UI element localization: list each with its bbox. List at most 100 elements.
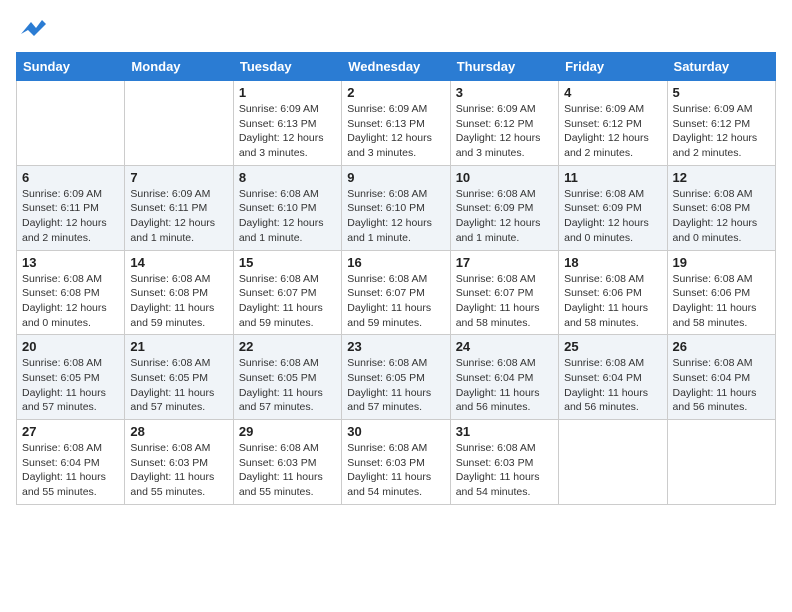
day-info: Sunrise: 6:09 AMSunset: 6:13 PMDaylight:… xyxy=(347,102,444,161)
day-info: Sunrise: 6:08 AMSunset: 6:06 PMDaylight:… xyxy=(673,272,770,331)
calendar-day-cell: 27Sunrise: 6:08 AMSunset: 6:04 PMDayligh… xyxy=(17,420,125,505)
day-info: Sunrise: 6:08 AMSunset: 6:06 PMDaylight:… xyxy=(564,272,661,331)
day-number: 31 xyxy=(456,424,553,439)
day-number: 1 xyxy=(239,85,336,100)
day-of-week-header: Tuesday xyxy=(233,53,341,81)
calendar-day-cell: 30Sunrise: 6:08 AMSunset: 6:03 PMDayligh… xyxy=(342,420,450,505)
calendar-day-cell: 13 Sunrise: 6:08 AMSunset: 6:08 PMDayligh… xyxy=(17,250,125,335)
calendar-day-cell: 12Sunrise: 6:08 AMSunset: 6:08 PMDayligh… xyxy=(667,165,775,250)
day-number: 25 xyxy=(564,339,661,354)
day-info: Sunrise: 6:08 AMSunset: 6:08 PMDaylight:… xyxy=(130,272,227,331)
logo-icon xyxy=(16,16,46,40)
day-info: Sunrise: 6:08 AMSunset: 6:04 PMDaylight:… xyxy=(456,356,553,415)
day-number: 5 xyxy=(673,85,770,100)
day-info: Sunrise: 6:08 AMSunset: 6:03 PMDaylight:… xyxy=(130,441,227,500)
calendar-day-cell: 8Sunrise: 6:08 AMSunset: 6:10 PMDaylight… xyxy=(233,165,341,250)
day-info: Sunrise: 6:08 AMSunset: 6:04 PMDaylight:… xyxy=(564,356,661,415)
calendar-week-row: 13 Sunrise: 6:08 AMSunset: 6:08 PMDayligh… xyxy=(17,250,776,335)
day-of-week-header: Wednesday xyxy=(342,53,450,81)
day-of-week-header: Sunday xyxy=(17,53,125,81)
day-number: 2 xyxy=(347,85,444,100)
calendar-day-cell: 11 Sunrise: 6:08 AMSunset: 6:09 PMDayligh… xyxy=(559,165,667,250)
calendar-day-cell: 3 Sunrise: 6:09 AMSunset: 6:12 PMDaylight… xyxy=(450,81,558,166)
day-number: 9 xyxy=(347,170,444,185)
calendar-week-row: 27Sunrise: 6:08 AMSunset: 6:04 PMDayligh… xyxy=(17,420,776,505)
calendar-day-cell: 15Sunrise: 6:08 AMSunset: 6:07 PMDayligh… xyxy=(233,250,341,335)
day-number: 18 xyxy=(564,255,661,270)
day-number: 23 xyxy=(347,339,444,354)
calendar-day-cell: 18 Sunrise: 6:08 AMSunset: 6:06 PMDayligh… xyxy=(559,250,667,335)
day-info: Sunrise: 6:09 AMSunset: 6:12 PMDaylight:… xyxy=(564,102,661,161)
day-number: 6 xyxy=(22,170,119,185)
calendar-day-cell: 5 Sunrise: 6:09 AMSunset: 6:12 PMDaylight… xyxy=(667,81,775,166)
calendar-day-cell: 4 Sunrise: 6:09 AMSunset: 6:12 PMDaylight… xyxy=(559,81,667,166)
calendar-day-cell: 26 Sunrise: 6:08 AMSunset: 6:04 PMDayligh… xyxy=(667,335,775,420)
day-number: 28 xyxy=(130,424,227,439)
calendar-week-row: 6 Sunrise: 6:09 AMSunset: 6:11 PMDaylight… xyxy=(17,165,776,250)
day-of-week-header: Thursday xyxy=(450,53,558,81)
logo xyxy=(16,16,50,40)
day-of-week-header: Saturday xyxy=(667,53,775,81)
day-number: 15 xyxy=(239,255,336,270)
day-info: Sunrise: 6:08 AMSunset: 6:05 PMDaylight:… xyxy=(130,356,227,415)
calendar-day-cell: 25 Sunrise: 6:08 AMSunset: 6:04 PMDayligh… xyxy=(559,335,667,420)
calendar-header-row: SundayMondayTuesdayWednesdayThursdayFrid… xyxy=(17,53,776,81)
day-info: Sunrise: 6:09 AMSunset: 6:13 PMDaylight:… xyxy=(239,102,336,161)
calendar-day-cell: 19 Sunrise: 6:08 AMSunset: 6:06 PMDayligh… xyxy=(667,250,775,335)
calendar-week-row: 20 Sunrise: 6:08 AMSunset: 6:05 PMDayligh… xyxy=(17,335,776,420)
calendar-day-cell xyxy=(667,420,775,505)
day-number: 3 xyxy=(456,85,553,100)
calendar-day-cell xyxy=(125,81,233,166)
day-number: 16 xyxy=(347,255,444,270)
calendar-day-cell xyxy=(17,81,125,166)
calendar-day-cell: 10Sunrise: 6:08 AMSunset: 6:09 PMDayligh… xyxy=(450,165,558,250)
calendar-day-cell: 29 Sunrise: 6:08 AMSunset: 6:03 PMDayligh… xyxy=(233,420,341,505)
calendar-day-cell: 31 Sunrise: 6:08 AMSunset: 6:03 PMDayligh… xyxy=(450,420,558,505)
day-info: Sunrise: 6:08 AMSunset: 6:09 PMDaylight:… xyxy=(564,187,661,246)
day-number: 17 xyxy=(456,255,553,270)
day-info: Sunrise: 6:09 AMSunset: 6:12 PMDaylight:… xyxy=(456,102,553,161)
day-info: Sunrise: 6:08 AMSunset: 6:03 PMDaylight:… xyxy=(456,441,553,500)
calendar-day-cell xyxy=(559,420,667,505)
day-info: Sunrise: 6:08 AMSunset: 6:03 PMDaylight:… xyxy=(347,441,444,500)
day-info: Sunrise: 6:08 AMSunset: 6:05 PMDaylight:… xyxy=(347,356,444,415)
day-info: Sunrise: 6:09 AMSunset: 6:11 PMDaylight:… xyxy=(22,187,119,246)
day-number: 14 xyxy=(130,255,227,270)
calendar-day-cell: 23 Sunrise: 6:08 AMSunset: 6:05 PMDayligh… xyxy=(342,335,450,420)
day-number: 10 xyxy=(456,170,553,185)
calendar-day-cell: 6 Sunrise: 6:09 AMSunset: 6:11 PMDaylight… xyxy=(17,165,125,250)
calendar-day-cell: 28 Sunrise: 6:08 AMSunset: 6:03 PMDayligh… xyxy=(125,420,233,505)
calendar-day-cell: 24 Sunrise: 6:08 AMSunset: 6:04 PMDayligh… xyxy=(450,335,558,420)
day-info: Sunrise: 6:08 AMSunset: 6:07 PMDaylight:… xyxy=(347,272,444,331)
day-number: 4 xyxy=(564,85,661,100)
day-info: Sunrise: 6:09 AMSunset: 6:11 PMDaylight:… xyxy=(130,187,227,246)
day-number: 22 xyxy=(239,339,336,354)
page-header xyxy=(16,16,776,40)
day-number: 20 xyxy=(22,339,119,354)
calendar-week-row: 1 Sunrise: 6:09 AMSunset: 6:13 PMDaylight… xyxy=(17,81,776,166)
day-info: Sunrise: 6:09 AMSunset: 6:12 PMDaylight:… xyxy=(673,102,770,161)
day-number: 21 xyxy=(130,339,227,354)
calendar-day-cell: 1 Sunrise: 6:09 AMSunset: 6:13 PMDaylight… xyxy=(233,81,341,166)
calendar-day-cell: 9Sunrise: 6:08 AMSunset: 6:10 PMDaylight… xyxy=(342,165,450,250)
day-info: Sunrise: 6:08 AMSunset: 6:04 PMDaylight:… xyxy=(22,441,119,500)
day-number: 13 xyxy=(22,255,119,270)
calendar-day-cell: 17 Sunrise: 6:08 AMSunset: 6:07 PMDayligh… xyxy=(450,250,558,335)
day-of-week-header: Monday xyxy=(125,53,233,81)
day-info: Sunrise: 6:08 AMSunset: 6:05 PMDaylight:… xyxy=(239,356,336,415)
calendar-day-cell: 20 Sunrise: 6:08 AMSunset: 6:05 PMDayligh… xyxy=(17,335,125,420)
day-info: Sunrise: 6:08 AMSunset: 6:04 PMDaylight:… xyxy=(673,356,770,415)
day-number: 12 xyxy=(673,170,770,185)
day-number: 29 xyxy=(239,424,336,439)
day-number: 26 xyxy=(673,339,770,354)
day-info: Sunrise: 6:08 AMSunset: 6:03 PMDaylight:… xyxy=(239,441,336,500)
day-info: Sunrise: 6:08 AMSunset: 6:08 PMDaylight:… xyxy=(22,272,119,331)
day-info: Sunrise: 6:08 AMSunset: 6:05 PMDaylight:… xyxy=(22,356,119,415)
day-number: 24 xyxy=(456,339,553,354)
day-of-week-header: Friday xyxy=(559,53,667,81)
day-number: 11 xyxy=(564,170,661,185)
day-number: 8 xyxy=(239,170,336,185)
calendar-day-cell: 14 Sunrise: 6:08 AMSunset: 6:08 PMDayligh… xyxy=(125,250,233,335)
day-info: Sunrise: 6:08 AMSunset: 6:07 PMDaylight:… xyxy=(456,272,553,331)
day-number: 19 xyxy=(673,255,770,270)
